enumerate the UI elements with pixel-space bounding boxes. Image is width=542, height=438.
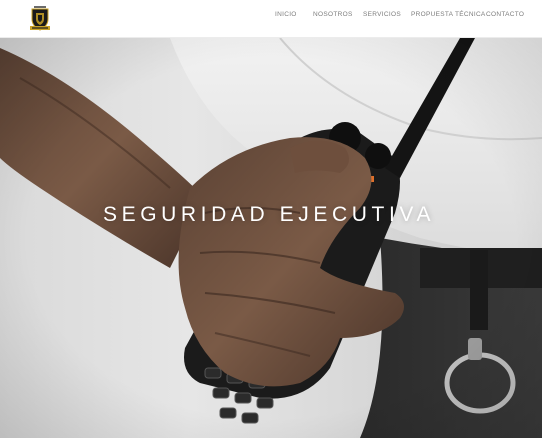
site-header: INICIO NOSOTROS SERVICIOS PROPUESTA TÉCN… xyxy=(0,0,542,38)
page: INICIO NOSOTROS SERVICIOS PROPUESTA TÉCN… xyxy=(0,0,542,438)
hero-image xyxy=(0,38,542,438)
nav-item-inicio[interactable]: INICIO xyxy=(275,11,297,18)
hero-title: SEGURIDAD EJECUTIVA xyxy=(103,203,436,226)
nav-item-propuesta-tecnica[interactable]: PROPUESTA TÉCNICA xyxy=(411,11,486,18)
nav-item-contacto[interactable]: CONTACTO xyxy=(486,11,524,18)
logo-icon[interactable] xyxy=(29,6,51,32)
nav-item-servicios[interactable]: SERVICIOS xyxy=(363,11,401,18)
hero-banner: SEGURIDAD EJECUTIVA xyxy=(0,38,542,438)
nav-item-nosotros[interactable]: NOSOTROS xyxy=(313,11,353,18)
